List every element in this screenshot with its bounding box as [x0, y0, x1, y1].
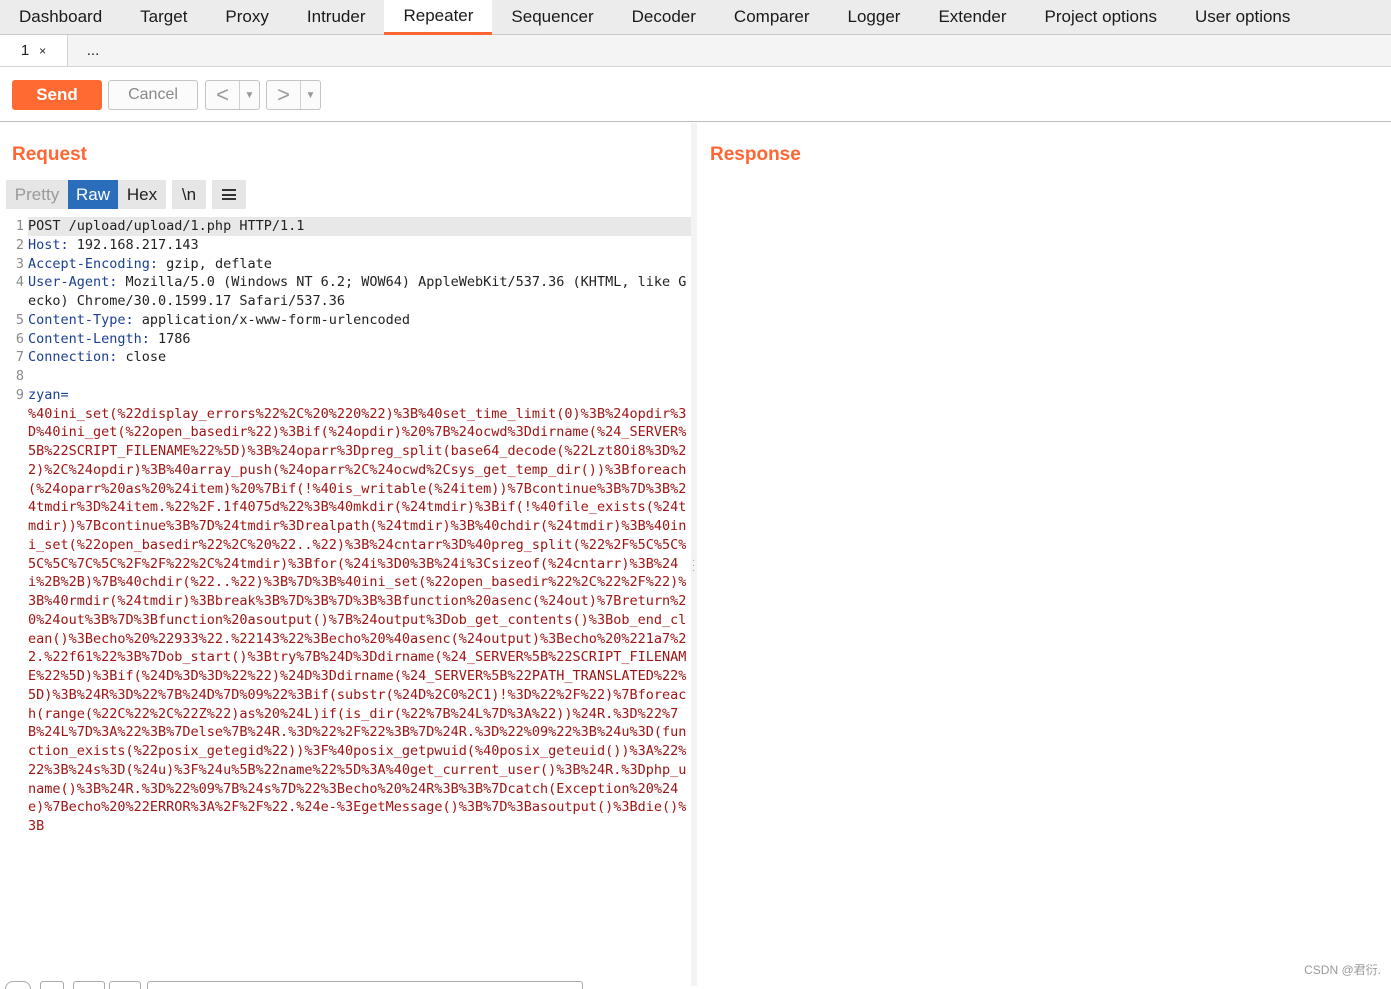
request-body: %40ini_set(%22display_errors%22%2C%20%22… — [28, 406, 686, 835]
history-back-group: < ▼ — [205, 80, 260, 110]
search-bar-stub — [0, 978, 691, 986]
line-number: 3 — [0, 255, 28, 274]
newline-toggle[interactable]: \n — [172, 180, 206, 209]
request-line: 9zyan= %40ini_set(%22display_errors%22%2C… — [0, 386, 691, 836]
request-line: 8 — [0, 367, 691, 386]
line-content — [28, 367, 691, 386]
tab-pretty[interactable]: Pretty — [6, 180, 68, 209]
tab-target[interactable]: Target — [121, 0, 206, 34]
forward-arrow-icon[interactable]: > — [267, 81, 301, 109]
request-line: 7Connection: close — [0, 348, 691, 367]
tab-logger[interactable]: Logger — [829, 0, 920, 34]
line-content: Content-Type: application/x-www-form-url… — [28, 311, 691, 330]
tab-user-options[interactable]: User options — [1176, 0, 1309, 34]
tab-repeater[interactable]: Repeater — [384, 0, 492, 35]
request-line: 2Host: 192.168.217.143 — [0, 236, 691, 255]
line-number: 1 — [0, 217, 28, 236]
tab-raw[interactable]: Raw — [68, 180, 118, 209]
line-number: 6 — [0, 330, 28, 349]
request-line: 6Content-Length: 1786 — [0, 330, 691, 349]
header-name: Content-Length: — [28, 331, 150, 347]
line-content: Accept-Encoding: gzip, deflate — [28, 255, 691, 274]
menu-icon[interactable] — [212, 180, 246, 209]
tab-extender[interactable]: Extender — [919, 0, 1025, 34]
request-line: 4User-Agent: Mozilla/5.0 (Windows NT 6.2… — [0, 273, 691, 311]
tab-sequencer[interactable]: Sequencer — [492, 0, 612, 34]
response-title: Response — [710, 144, 801, 166]
repeater-toolbar: Send Cancel < ▼ > ▼ — [0, 67, 1391, 122]
repeater-tab-label: 1 — [21, 42, 29, 59]
header-name: User-Agent: — [28, 274, 117, 290]
tab-hex[interactable]: Hex — [118, 180, 166, 209]
send-button[interactable]: Send — [12, 80, 102, 110]
line-number: 5 — [0, 311, 28, 330]
tab-proxy[interactable]: Proxy — [206, 0, 287, 34]
line-content: Connection: close — [28, 348, 691, 367]
back-arrow-icon[interactable]: < — [206, 81, 240, 109]
tab-dashboard[interactable]: Dashboard — [0, 0, 121, 34]
tab-project-options[interactable]: Project options — [1026, 0, 1176, 34]
forward-dropdown-icon[interactable]: ▼ — [301, 81, 320, 109]
line-content: Content-Length: 1786 — [28, 330, 691, 349]
line-content: POST /upload/upload/1.php HTTP/1.1 — [28, 217, 691, 236]
header-name: Connection: — [28, 349, 117, 365]
header-value: application/x-www-form-urlencoded — [134, 312, 410, 328]
header-value: close — [117, 349, 166, 365]
tab-decoder[interactable]: Decoder — [613, 0, 715, 34]
header-name: Accept-Encoding: — [28, 256, 158, 272]
header-value: gzip, deflate — [158, 256, 272, 272]
request-line: 5Content-Type: application/x-www-form-ur… — [0, 311, 691, 330]
line-number: 8 — [0, 367, 28, 386]
header-value: POST /upload/upload/1.php HTTP/1.1 — [28, 218, 304, 234]
response-pane: Response — [697, 123, 1391, 986]
repeater-tab-1[interactable]: 1 × — [0, 35, 68, 66]
close-icon[interactable]: × — [39, 44, 46, 58]
watermark: CSDN @君衍. — [1304, 961, 1381, 978]
header-name: Content-Type: — [28, 312, 134, 328]
repeater-subtab-bar: 1 × ... — [0, 35, 1391, 67]
request-editor[interactable]: 1POST /upload/upload/1.php HTTP/1.12Host… — [0, 217, 691, 977]
line-content: User-Agent: Mozilla/5.0 (Windows NT 6.2;… — [28, 273, 691, 311]
request-line: 1POST /upload/upload/1.php HTTP/1.1 — [0, 217, 691, 236]
header-name: Host: — [28, 237, 69, 253]
header-name: zyan= — [28, 387, 69, 403]
line-number: 2 — [0, 236, 28, 255]
header-value: 1786 — [150, 331, 191, 347]
tab-intruder[interactable]: Intruder — [288, 0, 385, 34]
header-value: Mozilla/5.0 (Windows NT 6.2; WOW64) Appl… — [28, 274, 686, 309]
history-forward-group: > ▼ — [266, 80, 321, 110]
line-number: 4 — [0, 273, 28, 311]
line-content: Host: 192.168.217.143 — [28, 236, 691, 255]
request-view-tabs: Pretty Raw Hex \n — [6, 180, 246, 209]
back-dropdown-icon[interactable]: ▼ — [240, 81, 259, 109]
line-number: 7 — [0, 348, 28, 367]
request-title: Request — [12, 144, 87, 166]
request-pane: Request Pretty Raw Hex \n 1POST /upload/… — [0, 123, 691, 986]
request-line: 3Accept-Encoding: gzip, deflate — [0, 255, 691, 274]
line-content: zyan= %40ini_set(%22display_errors%22%2C%… — [28, 386, 691, 836]
line-number: 9 — [0, 386, 28, 836]
new-tab-button[interactable]: ... — [68, 35, 118, 66]
top-tab-bar: DashboardTargetProxyIntruderRepeaterSequ… — [0, 0, 1391, 35]
cancel-button[interactable]: Cancel — [108, 80, 198, 110]
tab-comparer[interactable]: Comparer — [715, 0, 829, 34]
header-value: 192.168.217.143 — [69, 237, 199, 253]
